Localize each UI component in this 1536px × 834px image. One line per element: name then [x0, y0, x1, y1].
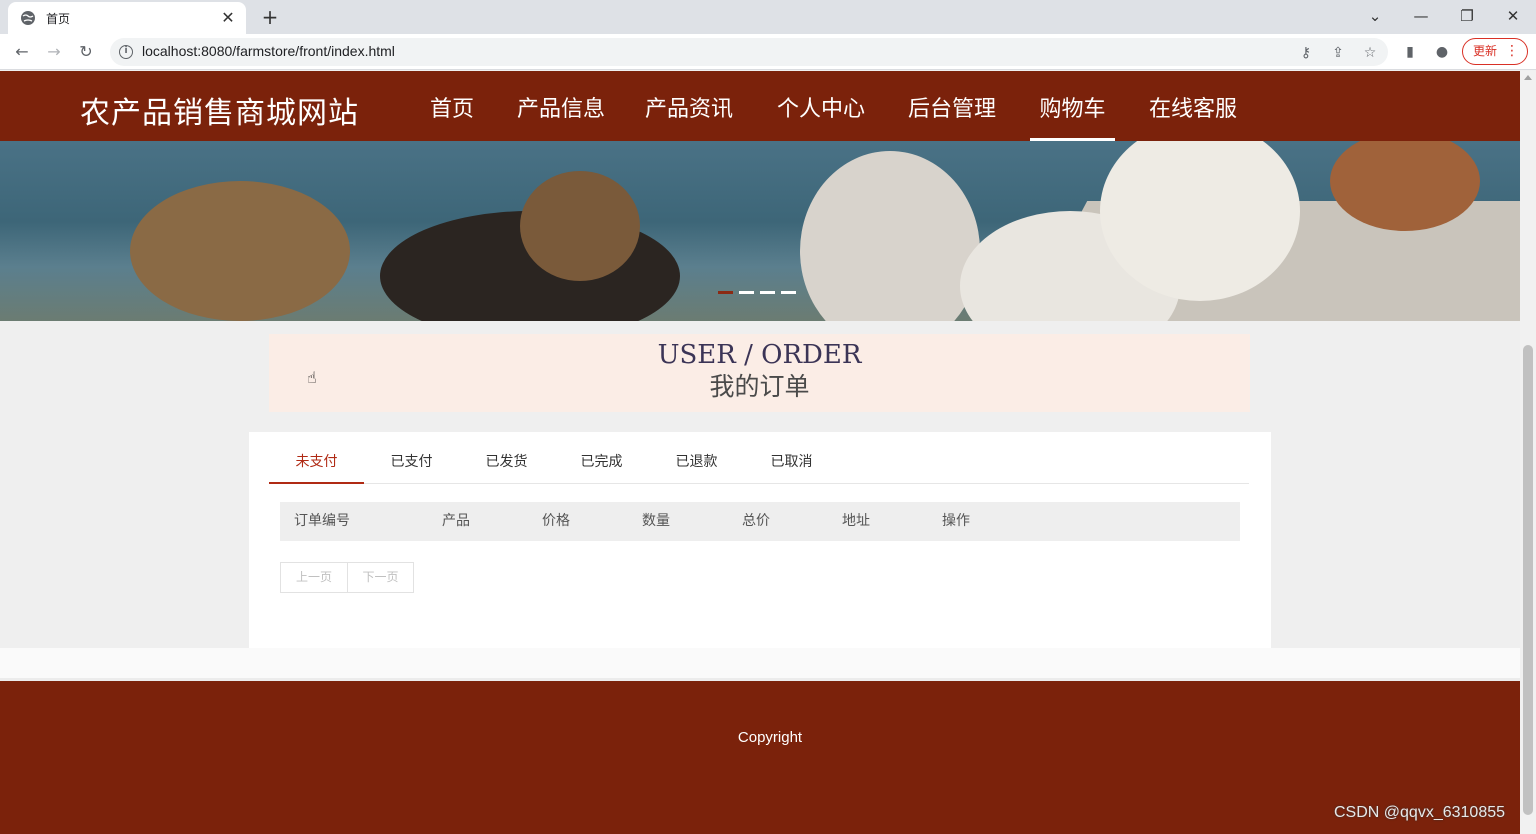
restore-icon[interactable]: ❐ [1453, 4, 1481, 28]
scrollbar-thumb[interactable] [1523, 345, 1533, 815]
update-label: 更新 [1473, 44, 1498, 58]
tab-unpaid[interactable]: 未支付 [269, 432, 364, 484]
pagination: 上一页 下一页 [280, 562, 414, 593]
forward-icon[interactable]: → [42, 40, 66, 64]
watermark: CSDN @qqvx_6310855 [1334, 804, 1506, 821]
new-tab-icon[interactable]: + [258, 6, 282, 28]
browser-tab[interactable]: 首页 ✕ [8, 2, 246, 34]
order-panel: 未支付 已支付 已发货 已完成 已退款 已取消 订单编号 产品 价格 数量 总价… [249, 432, 1271, 648]
tab-paid[interactable]: 已支付 [364, 432, 459, 484]
scroll-up-icon[interactable] [1524, 75, 1532, 80]
goat-image [520, 171, 640, 281]
order-table-header: 订单编号 产品 价格 数量 总价 地址 操作 [280, 502, 1240, 541]
nav-products[interactable]: 产品信息 [505, 91, 617, 141]
reload-icon[interactable]: ↻ [74, 40, 98, 64]
carousel-indicators [718, 291, 796, 294]
tab-refunded[interactable]: 已退款 [649, 432, 744, 484]
carousel-dot[interactable] [739, 291, 754, 294]
column-header: 数量 [642, 513, 670, 529]
info-icon[interactable]: i [119, 45, 133, 59]
close-tab-icon[interactable]: ✕ [220, 10, 236, 26]
next-page-button[interactable]: 下一页 [347, 563, 413, 592]
sidepanel-icon[interactable]: ▮ [1400, 42, 1420, 62]
browser-tab-strip: 首页 ✕ + ⌄ — ❐ ✕ [0, 0, 1536, 34]
column-header: 价格 [542, 513, 570, 529]
carousel-dot[interactable] [718, 291, 733, 294]
url-text: localhost:8080/farmstore/front/index.htm… [142, 43, 395, 59]
tab-list-icon[interactable]: ⌄ [1361, 4, 1389, 28]
scrollbar[interactable] [1520, 71, 1536, 834]
column-header: 地址 [842, 513, 870, 529]
star-icon[interactable]: ☆ [1361, 44, 1379, 62]
url-field[interactable]: i localhost:8080/farmstore/front/index.h… [110, 38, 1388, 66]
carousel-dot[interactable] [781, 291, 796, 294]
nav-home[interactable]: 首页 [418, 91, 486, 141]
share-icon[interactable]: ⇪ [1329, 44, 1347, 62]
key-icon[interactable]: ⚷ [1297, 44, 1315, 62]
site-header: 农产品销售商城网站 首页 产品信息 产品资讯 个人中心 后台管理 购物车 在线客… [0, 71, 1520, 141]
tab-cancelled[interactable]: 已取消 [744, 432, 839, 484]
carousel-dot[interactable] [760, 291, 775, 294]
back-icon[interactable]: ← [10, 40, 34, 64]
goat-image [130, 181, 350, 321]
copyright-text: Copyright [737, 729, 803, 746]
column-header: 操作 [942, 513, 970, 529]
goat-image [800, 151, 980, 321]
order-section-header: USER / ORDER 我的订单 [269, 334, 1250, 412]
banner-carousel[interactable] [0, 141, 1520, 321]
nav-profile[interactable]: 个人中心 [765, 91, 877, 141]
nav-news[interactable]: 产品资讯 [633, 91, 745, 141]
window-close-icon[interactable]: ✕ [1499, 4, 1527, 28]
address-bar: ← → ↻ i localhost:8080/farmstore/front/i… [0, 34, 1536, 70]
globe-icon [21, 11, 35, 25]
order-tabs: 未支付 已支付 已发货 已完成 已退款 已取消 [269, 432, 1249, 484]
site-title: 农产品销售商城网站 [80, 96, 359, 131]
prev-page-button[interactable]: 上一页 [281, 563, 347, 592]
menu-icon[interactable]: ⋮ [1505, 39, 1519, 63]
nav-cart[interactable]: 购物车 [1030, 91, 1115, 141]
nav-support[interactable]: 在线客服 [1137, 91, 1249, 141]
tab-completed[interactable]: 已完成 [554, 432, 649, 484]
column-header: 产品 [442, 513, 470, 529]
site-footer: Copyright [0, 678, 1520, 834]
pointer-cursor-icon: ☝ [307, 368, 317, 387]
page-content: 农产品销售商城网站 首页 产品信息 产品资讯 个人中心 后台管理 购物车 在线客… [0, 71, 1520, 834]
tab-title: 首页 [46, 11, 71, 26]
profile-icon[interactable]: ● [1432, 42, 1452, 62]
minimize-icon[interactable]: — [1407, 4, 1435, 28]
tab-shipped[interactable]: 已发货 [459, 432, 554, 484]
column-header: 订单编号 [294, 513, 350, 529]
column-header: 总价 [742, 513, 770, 529]
order-title-cn: 我的订单 [709, 372, 810, 401]
content-bottom-band [0, 648, 1520, 678]
order-title-en: USER / ORDER [657, 340, 862, 370]
nav-admin[interactable]: 后台管理 [896, 91, 1008, 141]
update-button[interactable]: 更新 ⋮ [1462, 38, 1528, 65]
